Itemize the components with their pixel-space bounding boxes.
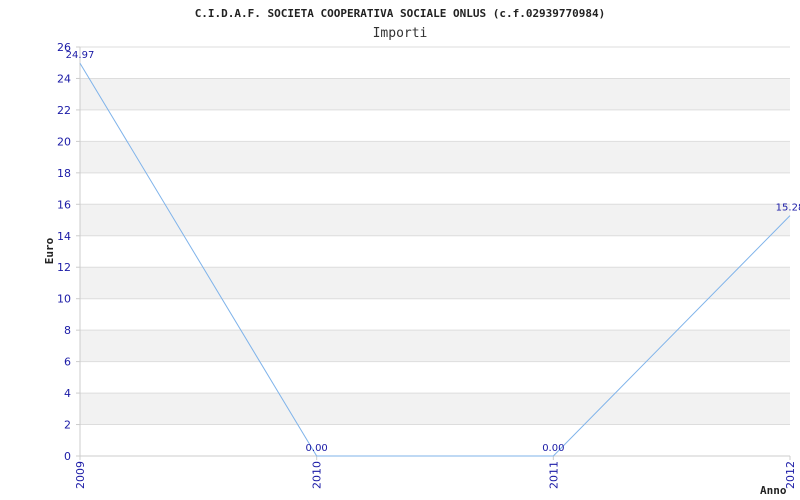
y-tick-label: 12: [57, 261, 71, 274]
y-tick-label: 4: [64, 387, 71, 400]
data-label: 0.00: [306, 443, 328, 454]
y-tick-label: 6: [64, 356, 71, 369]
y-tick-label: 14: [57, 230, 71, 243]
data-label: 15.28: [776, 203, 800, 214]
grid-band: [80, 78, 790, 110]
grid-bands: [80, 78, 790, 425]
grid-band: [80, 330, 790, 362]
x-tick-label: 2010: [311, 461, 324, 489]
y-tick-label: 20: [57, 135, 71, 148]
y-tick-label: 16: [57, 198, 71, 211]
x-axis-label: Anno: [760, 484, 787, 497]
y-tick-label: 10: [57, 293, 71, 306]
y-tick-labels: 02468101214161820222426: [57, 41, 71, 463]
grid-band: [80, 204, 790, 236]
y-tick-label: 0: [64, 450, 71, 463]
grid-band: [80, 141, 790, 173]
data-label: 0.00: [542, 443, 564, 454]
data-label: 24.97: [66, 50, 95, 61]
y-tick-label: 2: [64, 419, 71, 432]
chart-subtitle: Importi: [373, 26, 428, 41]
grid-band: [80, 267, 790, 299]
line-chart: 02468101214161820222426 2009 2010 2011 2012…: [43, 7, 800, 497]
y-tick-label: 18: [57, 167, 71, 180]
x-tick-label: 2011: [547, 461, 560, 489]
x-tick-labels: 2009 2010 2011 2012: [74, 456, 797, 489]
grid-band: [80, 393, 790, 425]
chart-title: C.I.D.A.F. SOCIETA COOPERATIVA SOCIALE O…: [195, 7, 606, 20]
y-tick-label: 22: [57, 104, 71, 117]
x-tick-label: 2009: [74, 461, 87, 489]
y-axis-label: Euro: [43, 237, 56, 264]
y-tick-label: 8: [64, 324, 71, 337]
y-tick-label: 24: [57, 72, 71, 85]
